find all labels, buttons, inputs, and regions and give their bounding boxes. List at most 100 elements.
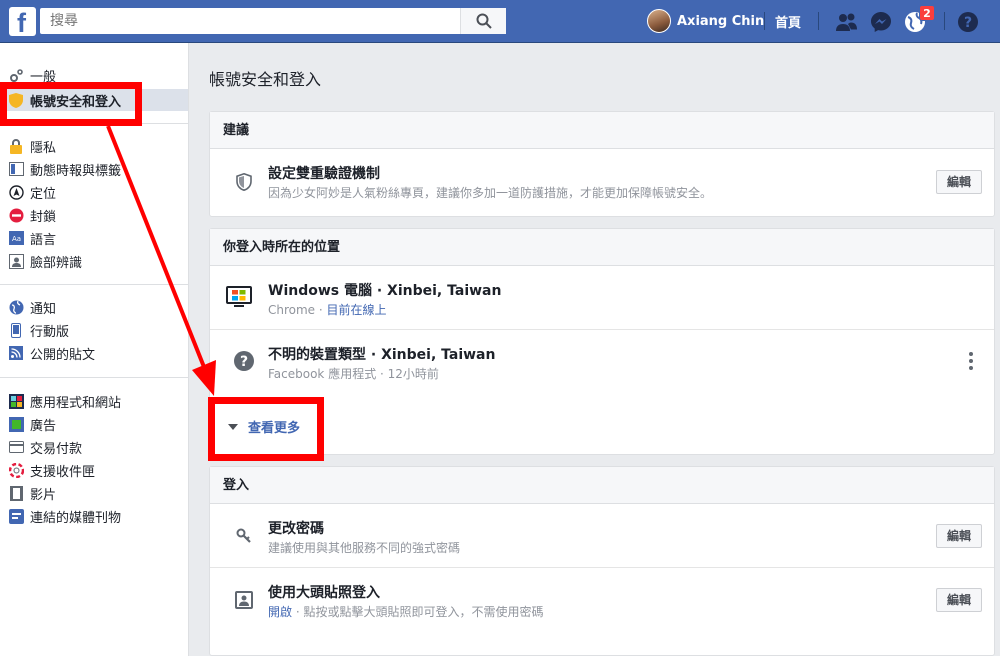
sidebar-divider	[0, 377, 188, 378]
sidebar-item-label: 公開的貼文	[30, 347, 96, 363]
language-icon: Aa	[8, 230, 24, 246]
sidebar-item-label: 定位	[30, 186, 57, 202]
help-icon[interactable]: ?	[955, 9, 981, 35]
svg-text:?: ?	[964, 15, 972, 31]
annotation-highlight-sidebar	[0, 82, 142, 126]
sidebar-item-label: 隱私	[30, 140, 57, 156]
session-details: Chrome · 目前在線上	[268, 301, 387, 318]
suggestions-card: 建議 設定雙重驗證機制 因為少女阿妙是人氣粉絲專頁，建議你多加一道防護措施，才能…	[209, 111, 995, 217]
user-name: Axiang Chin	[677, 13, 765, 29]
edit-profile-picture-login-button[interactable]: 編輯	[936, 588, 982, 612]
top-bar: f Axiang Chin 首頁 2 ?	[0, 0, 1000, 43]
block-icon	[8, 207, 24, 223]
apps-icon	[8, 393, 24, 409]
sidebar-item-label: 影片	[30, 487, 57, 503]
sidebar-item-ads[interactable]: 廣告	[8, 413, 56, 435]
search-button[interactable]	[460, 8, 506, 34]
lock-icon	[8, 138, 24, 154]
row-title: 更改密碼	[268, 521, 324, 537]
session-status: 目前在線上	[326, 303, 387, 317]
more-options-icon[interactable]	[968, 352, 974, 370]
row-subtitle: 因為少女阿妙是人氣粉絲專頁，建議你多加一道防護措施，才能更加保障帳號安全。	[268, 186, 713, 200]
support-icon	[8, 462, 24, 478]
sidebar-item-blocking[interactable]: 封鎖	[8, 204, 56, 226]
sidebar-item-notifications[interactable]: 通知	[8, 296, 56, 318]
status-on: 開啟	[268, 605, 293, 619]
sidebar-item-public-posts[interactable]: 公開的貼文	[8, 342, 95, 364]
messenger-icon[interactable]	[868, 9, 894, 35]
sidebar-item-label: 交易付款	[30, 441, 83, 457]
shield-icon	[232, 170, 256, 194]
sidebar-divider	[0, 284, 188, 285]
globe-icon	[8, 299, 24, 315]
row-subtitle: 開啟 · 點按或點擊大頭貼照即可登入，不需使用密碼	[268, 603, 543, 620]
profile-link[interactable]: Axiang Chin	[647, 8, 764, 34]
sidebar-item-label: 行動版	[30, 324, 70, 340]
sidebar-item-linked-publications[interactable]: 連結的媒體刊物	[8, 505, 121, 527]
sidebar-item-support-inbox[interactable]: 支援收件匣	[8, 459, 95, 481]
sidebar-item-language[interactable]: Aa 語言	[8, 227, 56, 249]
edit-two-factor-button[interactable]: 編輯	[936, 170, 982, 194]
rss-icon	[8, 345, 24, 361]
topbar-divider	[764, 12, 765, 30]
session-time: 12小時前	[387, 367, 439, 381]
profile-picture-icon	[232, 588, 256, 612]
sidebar-item-timeline[interactable]: 動態時報與標籤	[8, 158, 121, 180]
gear-icon	[8, 67, 24, 83]
home-link[interactable]: 首頁	[775, 12, 801, 31]
section-header: 你登入時所在的位置	[210, 229, 994, 266]
row-subtitle: 建議使用與其他服務不同的強式密碼	[268, 541, 461, 555]
sidebar-item-label: 語言	[30, 232, 57, 248]
row-subtitle-text: · 點按或點擊大頭貼照即可登入，不需使用密碼	[292, 605, 544, 619]
friend-requests-icon[interactable]	[834, 9, 860, 35]
settings-sidebar: 一般 帳號安全和登入 隱私 動態時報與標籤 定位 封鎖 Aa 語言 臉部辨識 通…	[0, 43, 189, 656]
row-title: 設定雙重驗證機制	[268, 166, 380, 182]
location-icon	[8, 184, 24, 200]
sidebar-item-label: 臉部辨識	[30, 255, 83, 271]
question-mark-icon: ?	[232, 349, 256, 373]
sidebar-item-label: 封鎖	[30, 209, 57, 225]
sidebar-item-label: 通知	[30, 301, 57, 317]
row-title: 使用大頭貼照登入	[268, 585, 380, 601]
key-icon	[232, 524, 256, 548]
search-input[interactable]	[40, 8, 450, 34]
where-logged-in-card: 你登入時所在的位置 Windows 電腦 · Xinbei, Taiwan Ch…	[209, 228, 995, 455]
edit-password-button[interactable]: 編輯	[936, 524, 982, 548]
sidebar-item-label: 廣告	[30, 418, 57, 434]
topbar-divider	[944, 12, 945, 30]
timeline-icon	[8, 161, 24, 177]
session-row: Windows 電腦 · Xinbei, Taiwan Chrome · 目前在…	[210, 266, 994, 330]
session-title: 不明的裝置類型 · Xinbei, Taiwan	[268, 347, 496, 363]
mobile-icon	[8, 322, 24, 338]
face-recognition-icon	[8, 253, 24, 269]
media-icon	[8, 508, 24, 524]
section-header: 登入	[210, 467, 994, 504]
payment-icon	[8, 439, 24, 455]
search-box	[40, 8, 506, 34]
session-separator: ·	[376, 367, 388, 381]
section-header: 建議	[210, 112, 994, 149]
sidebar-item-videos[interactable]: 影片	[8, 482, 56, 504]
session-separator: ·	[315, 303, 327, 317]
login-card: 登入 更改密碼 建議使用與其他服務不同的強式密碼 編輯 使用大頭貼照登入 開啟 …	[209, 466, 995, 656]
video-icon	[8, 485, 24, 501]
sidebar-item-payments[interactable]: 交易付款	[8, 436, 82, 458]
sidebar-item-label: 支援收件匣	[30, 464, 96, 480]
session-details: Facebook 應用程式 · 12小時前	[268, 365, 439, 382]
facebook-logo-icon[interactable]: f	[9, 7, 36, 38]
sidebar-item-face-recognition[interactable]: 臉部辨識	[8, 250, 82, 272]
sidebar-item-privacy[interactable]: 隱私	[8, 135, 56, 157]
desktop-computer-icon	[224, 285, 254, 309]
notification-count-badge: 2	[919, 5, 935, 21]
page-title: 帳號安全和登入	[209, 70, 322, 89]
profile-picture-login-row: 使用大頭貼照登入 開啟 · 點按或點擊大頭貼照即可登入，不需使用密碼 編輯	[210, 568, 994, 632]
svg-text:?: ?	[240, 354, 248, 370]
sidebar-item-label: 動態時報與標籤	[30, 163, 122, 179]
sidebar-item-apps[interactable]: 應用程式和網站	[8, 390, 121, 412]
sidebar-item-location[interactable]: 定位	[8, 181, 56, 203]
svg-text:Aa: Aa	[11, 235, 20, 243]
sidebar-item-mobile[interactable]: 行動版	[8, 319, 69, 341]
topbar-divider	[818, 12, 819, 30]
sidebar-item-label: 連結的媒體刊物	[30, 510, 122, 526]
search-icon	[476, 13, 492, 29]
